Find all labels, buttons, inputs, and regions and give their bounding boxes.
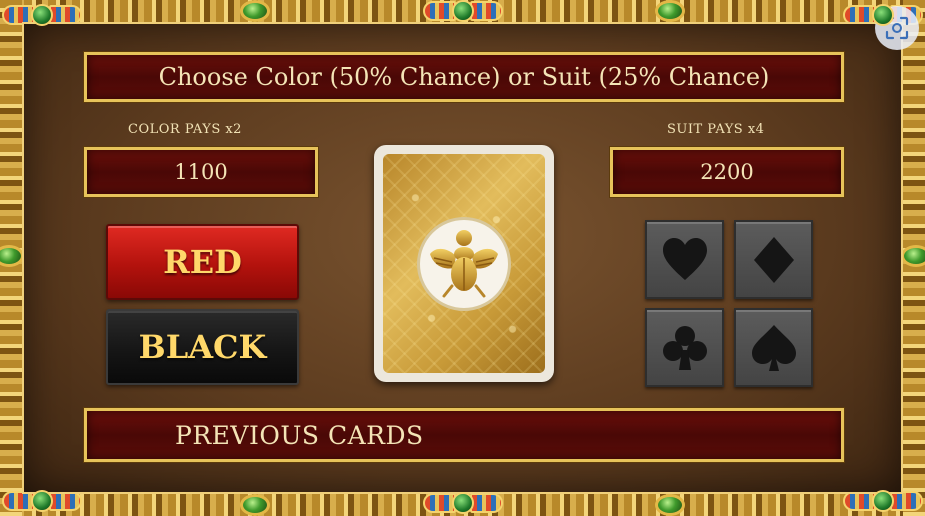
suit-pays-label: SUIT PAYS x4 [667, 122, 765, 137]
diamonds-button[interactable] [734, 220, 813, 299]
previous-cards-bar: PREVIOUS CARDS [84, 408, 844, 462]
card-back [374, 145, 554, 382]
diamond-icon [753, 236, 794, 283]
suit-win-amount: 2200 [610, 147, 844, 197]
red-button[interactable]: RED [106, 224, 299, 300]
gem-ornament [655, 0, 685, 22]
gem-ornament [240, 0, 270, 22]
hearts-button[interactable] [645, 220, 724, 299]
club-icon [662, 325, 707, 370]
spades-button[interactable] [734, 308, 813, 387]
card-medallion [417, 216, 511, 311]
spade-icon [751, 324, 796, 371]
black-button[interactable]: BLACK [106, 309, 299, 385]
heart-icon [662, 237, 707, 280]
gem-ornament [901, 245, 925, 267]
gamble-title: Choose Color (50% Chance) or Suit (25% C… [84, 52, 844, 102]
gem-ornament [240, 494, 270, 516]
clubs-button[interactable] [645, 308, 724, 387]
scarab-icon [430, 229, 498, 297]
card-back-pattern [383, 154, 545, 373]
color-pays-label: COLOR PAYS x2 [128, 122, 242, 137]
color-win-amount: 1100 [84, 147, 318, 197]
gem-ornament [655, 494, 685, 516]
